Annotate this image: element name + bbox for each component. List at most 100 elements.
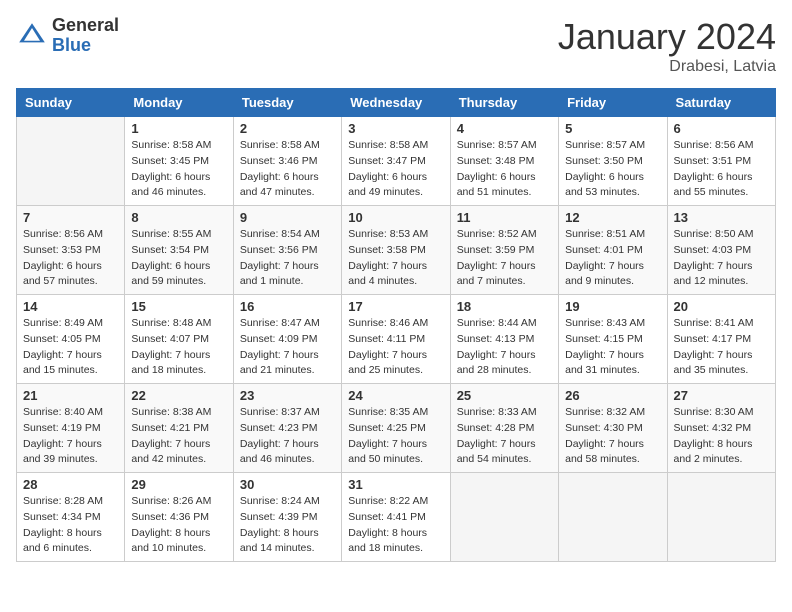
day-info: Sunrise: 8:47 AMSunset: 4:09 PMDaylight:… <box>240 316 335 379</box>
calendar-cell: 11 Sunrise: 8:52 AMSunset: 3:59 PMDayligh… <box>450 206 558 295</box>
week-row-5: 28Sunrise: 8:28 AMSunset: 4:34 PMDayligh… <box>17 473 776 562</box>
day-number: 11 <box>457 210 552 225</box>
calendar-cell: 4 Sunrise: 8:57 AMSunset: 3:48 PMDaylight… <box>450 117 558 206</box>
calendar-cell: 12 Sunrise: 8:51 AMSunset: 4:01 PMDayligh… <box>559 206 667 295</box>
logo-blue-text: Blue <box>52 36 119 56</box>
column-header-thursday: Thursday <box>450 89 558 117</box>
week-row-1: 1Sunrise: 8:58 AMSunset: 3:45 PMDaylight… <box>17 117 776 206</box>
calendar-cell: 3Sunrise: 8:58 AMSunset: 3:47 PMDaylight… <box>342 117 450 206</box>
calendar-cell: 27 Sunrise: 8:30 AMSunset: 4:32 PMDayligh… <box>667 384 775 473</box>
day-info: Sunrise: 8:41 AMSunset: 4:17 PMDaylight:… <box>674 316 769 379</box>
day-info: Sunrise: 8:35 AMSunset: 4:25 PMDaylight:… <box>348 405 443 468</box>
day-number: 8 <box>131 210 226 225</box>
day-number: 21 <box>23 388 118 403</box>
day-number: 23 <box>240 388 335 403</box>
column-header-friday: Friday <box>559 89 667 117</box>
calendar-cell: 15 Sunrise: 8:48 AMSunset: 4:07 PMDayligh… <box>125 295 233 384</box>
day-info: Sunrise: 8:57 AMSunset: 3:48 PMDaylight:… <box>457 138 552 201</box>
calendar-table: SundayMondayTuesdayWednesdayThursdayFrid… <box>16 88 776 562</box>
calendar-cell: 13 Sunrise: 8:50 AMSunset: 4:03 PMDayligh… <box>667 206 775 295</box>
calendar-cell: 30Sunrise: 8:24 AMSunset: 4:39 PMDayligh… <box>233 473 341 562</box>
day-number: 27 <box>674 388 769 403</box>
week-row-3: 14 Sunrise: 8:49 AMSunset: 4:05 PMDayligh… <box>17 295 776 384</box>
day-number: 4 <box>457 121 552 136</box>
calendar-cell: 21 Sunrise: 8:40 AMSunset: 4:19 PMDayligh… <box>17 384 125 473</box>
calendar-cell <box>17 117 125 206</box>
day-info: Sunrise: 8:56 AMSunset: 3:53 PMDaylight:… <box>23 227 118 290</box>
calendar-cell: 14 Sunrise: 8:49 AMSunset: 4:05 PMDayligh… <box>17 295 125 384</box>
day-info: Sunrise: 8:48 AMSunset: 4:07 PMDaylight:… <box>131 316 226 379</box>
day-number: 7 <box>23 210 118 225</box>
calendar-cell <box>559 473 667 562</box>
day-info: Sunrise: 8:26 AMSunset: 4:36 PMDaylight:… <box>131 494 226 557</box>
calendar-cell: 6 Sunrise: 8:56 AMSunset: 3:51 PMDaylight… <box>667 117 775 206</box>
week-row-2: 7 Sunrise: 8:56 AMSunset: 3:53 PMDaylight… <box>17 206 776 295</box>
calendar-cell: 18Sunrise: 8:44 AMSunset: 4:13 PMDayligh… <box>450 295 558 384</box>
day-number: 6 <box>674 121 769 136</box>
day-info: Sunrise: 8:33 AMSunset: 4:28 PMDaylight:… <box>457 405 552 468</box>
calendar-cell: 5 Sunrise: 8:57 AMSunset: 3:50 PMDaylight… <box>559 117 667 206</box>
day-number: 15 <box>131 299 226 314</box>
day-number: 28 <box>23 477 118 492</box>
day-info: Sunrise: 8:24 AMSunset: 4:39 PMDaylight:… <box>240 494 335 557</box>
logo: General Blue <box>16 16 119 56</box>
day-info: Sunrise: 8:30 AMSunset: 4:32 PMDaylight:… <box>674 405 769 468</box>
page-header: General Blue January 2024 Drabesi, Latvi… <box>16 16 776 76</box>
calendar-cell: 29 Sunrise: 8:26 AMSunset: 4:36 PMDayligh… <box>125 473 233 562</box>
calendar-cell: 22 Sunrise: 8:38 AMSunset: 4:21 PMDayligh… <box>125 384 233 473</box>
day-number: 12 <box>565 210 660 225</box>
calendar-cell: 26 Sunrise: 8:32 AMSunset: 4:30 PMDayligh… <box>559 384 667 473</box>
day-info: Sunrise: 8:44 AMSunset: 4:13 PMDaylight:… <box>457 316 552 379</box>
column-header-wednesday: Wednesday <box>342 89 450 117</box>
logo-general-text: General <box>52 16 119 36</box>
location: Drabesi, Latvia <box>558 58 776 76</box>
day-number: 13 <box>674 210 769 225</box>
day-number: 22 <box>131 388 226 403</box>
calendar-cell: 2 Sunrise: 8:58 AMSunset: 3:46 PMDaylight… <box>233 117 341 206</box>
day-number: 20 <box>674 299 769 314</box>
day-info: Sunrise: 8:58 AMSunset: 3:46 PMDaylight:… <box>240 138 335 201</box>
calendar-cell: 28Sunrise: 8:28 AMSunset: 4:34 PMDayligh… <box>17 473 125 562</box>
day-info: Sunrise: 8:50 AMSunset: 4:03 PMDaylight:… <box>674 227 769 290</box>
day-number: 25 <box>457 388 552 403</box>
week-row-4: 21 Sunrise: 8:40 AMSunset: 4:19 PMDayligh… <box>17 384 776 473</box>
day-number: 1 <box>131 121 226 136</box>
header-row: SundayMondayTuesdayWednesdayThursdayFrid… <box>17 89 776 117</box>
day-info: Sunrise: 8:55 AMSunset: 3:54 PMDaylight:… <box>131 227 226 290</box>
day-number: 31 <box>348 477 443 492</box>
day-info: Sunrise: 8:51 AMSunset: 4:01 PMDaylight:… <box>565 227 660 290</box>
calendar-cell: 17 Sunrise: 8:46 AMSunset: 4:11 PMDayligh… <box>342 295 450 384</box>
calendar-cell: 25 Sunrise: 8:33 AMSunset: 4:28 PMDayligh… <box>450 384 558 473</box>
calendar-cell: 24 Sunrise: 8:35 AMSunset: 4:25 PMDayligh… <box>342 384 450 473</box>
day-info: Sunrise: 8:56 AMSunset: 3:51 PMDaylight:… <box>674 138 769 201</box>
day-number: 29 <box>131 477 226 492</box>
day-number: 17 <box>348 299 443 314</box>
calendar-cell: 10Sunrise: 8:53 AMSunset: 3:58 PMDayligh… <box>342 206 450 295</box>
day-info: Sunrise: 8:46 AMSunset: 4:11 PMDaylight:… <box>348 316 443 379</box>
month-title: January 2024 <box>558 16 776 58</box>
day-info: Sunrise: 8:38 AMSunset: 4:21 PMDaylight:… <box>131 405 226 468</box>
day-info: Sunrise: 8:40 AMSunset: 4:19 PMDaylight:… <box>23 405 118 468</box>
calendar-cell: 31Sunrise: 8:22 AMSunset: 4:41 PMDayligh… <box>342 473 450 562</box>
day-info: Sunrise: 8:52 AMSunset: 3:59 PMDaylight:… <box>457 227 552 290</box>
day-number: 14 <box>23 299 118 314</box>
day-number: 5 <box>565 121 660 136</box>
day-info: Sunrise: 8:49 AMSunset: 4:05 PMDaylight:… <box>23 316 118 379</box>
title-block: January 2024 Drabesi, Latvia <box>558 16 776 76</box>
calendar-cell: 1Sunrise: 8:58 AMSunset: 3:45 PMDaylight… <box>125 117 233 206</box>
day-number: 16 <box>240 299 335 314</box>
day-info: Sunrise: 8:54 AMSunset: 3:56 PMDaylight:… <box>240 227 335 290</box>
day-number: 26 <box>565 388 660 403</box>
calendar-cell: 9Sunrise: 8:54 AMSunset: 3:56 PMDaylight… <box>233 206 341 295</box>
day-info: Sunrise: 8:57 AMSunset: 3:50 PMDaylight:… <box>565 138 660 201</box>
day-number: 24 <box>348 388 443 403</box>
day-info: Sunrise: 8:43 AMSunset: 4:15 PMDaylight:… <box>565 316 660 379</box>
day-info: Sunrise: 8:32 AMSunset: 4:30 PMDaylight:… <box>565 405 660 468</box>
column-header-monday: Monday <box>125 89 233 117</box>
day-info: Sunrise: 8:37 AMSunset: 4:23 PMDaylight:… <box>240 405 335 468</box>
calendar-cell: 20 Sunrise: 8:41 AMSunset: 4:17 PMDayligh… <box>667 295 775 384</box>
day-number: 2 <box>240 121 335 136</box>
column-header-sunday: Sunday <box>17 89 125 117</box>
day-number: 3 <box>348 121 443 136</box>
logo-text: General Blue <box>52 16 119 56</box>
